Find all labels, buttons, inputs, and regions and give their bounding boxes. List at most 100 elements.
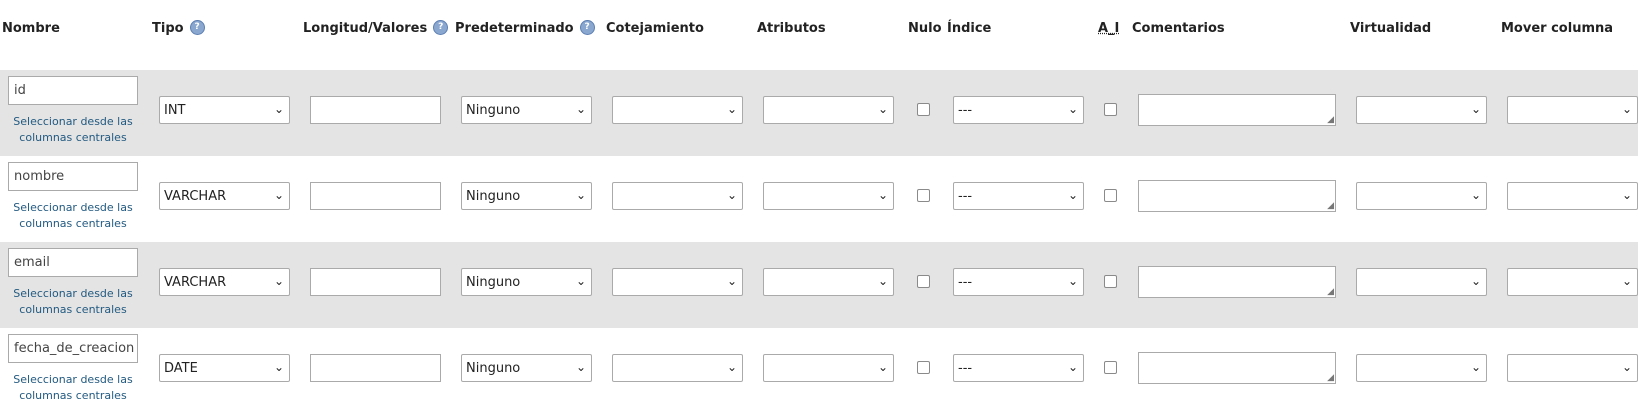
move-column-select[interactable]: ⌄: [1507, 182, 1638, 210]
central-link-line-1: Seleccionar desde las: [13, 287, 133, 300]
default-select[interactable]: Ninguno ⌄: [461, 268, 592, 296]
null-checkbox[interactable]: [917, 103, 930, 116]
header-predeterminado-label: Predeterminado: [455, 21, 574, 36]
header-comentarios: Comentarios: [1132, 21, 1225, 36]
chevron-down-icon: ⌄: [726, 274, 737, 288]
chevron-down-icon: ⌄: [575, 274, 586, 288]
chevron-down-icon: ⌄: [877, 360, 888, 374]
table-row: email Seleccionar desde las columnas centr…: [0, 242, 1638, 328]
move-column-select[interactable]: ⌄: [1507, 354, 1638, 382]
attributes-select[interactable]: ⌄: [763, 268, 894, 296]
resize-grip-icon[interactable]: ◢: [1327, 374, 1334, 383]
collation-select[interactable]: ⌄: [612, 354, 743, 382]
ai-checkbox[interactable]: [1104, 361, 1117, 374]
chevron-down-icon: ⌄: [726, 360, 737, 374]
central-columns-link[interactable]: Seleccionar desde las columnas centrales: [8, 372, 138, 404]
index-select[interactable]: --- ⌄: [953, 354, 1084, 382]
header-mover-columna: Mover columna: [1501, 21, 1614, 36]
default-select[interactable]: Ninguno ⌄: [461, 354, 592, 382]
attributes-select[interactable]: ⌄: [763, 354, 894, 382]
index-select[interactable]: --- ⌄: [953, 182, 1084, 210]
table-row: id Seleccionar desde las columnas centrale…: [0, 70, 1638, 156]
resize-grip-icon[interactable]: ◢: [1327, 202, 1334, 211]
default-select[interactable]: Ninguno ⌄: [461, 96, 592, 124]
chevron-down-icon: ⌄: [1621, 188, 1632, 202]
header-nulo: Nulo: [908, 21, 942, 36]
default-select-value: Ninguno: [466, 189, 521, 204]
attributes-select[interactable]: ⌄: [763, 182, 894, 210]
chevron-down-icon: ⌄: [1621, 102, 1632, 116]
chevron-down-icon: ⌄: [1621, 360, 1632, 374]
default-select-value: Ninguno: [466, 103, 521, 118]
chevron-down-icon: ⌄: [575, 188, 586, 202]
collation-select[interactable]: ⌄: [612, 182, 743, 210]
virtuality-select[interactable]: ⌄: [1356, 182, 1487, 210]
virtuality-select[interactable]: ⌄: [1356, 96, 1487, 124]
header-indice: Índice: [947, 21, 992, 36]
comments-textarea[interactable]: ◢: [1138, 180, 1336, 212]
length-values-input[interactable]: [310, 96, 441, 124]
chevron-down-icon: ⌄: [1067, 102, 1078, 116]
comments-textarea[interactable]: ◢: [1138, 352, 1336, 384]
ai-checkbox[interactable]: [1104, 275, 1117, 288]
header-ai: A_I: [1098, 21, 1120, 36]
index-select[interactable]: --- ⌄: [953, 96, 1084, 124]
header-virtualidad: Virtualidad: [1350, 21, 1432, 36]
chevron-down-icon: ⌄: [273, 360, 284, 374]
resize-grip-icon[interactable]: ◢: [1327, 116, 1334, 125]
null-checkbox[interactable]: [917, 361, 930, 374]
header-atributos: Atributos: [757, 21, 826, 36]
attributes-select[interactable]: ⌄: [763, 96, 894, 124]
chevron-down-icon: ⌄: [1470, 274, 1481, 288]
central-link-line-1: Seleccionar desde las: [13, 115, 133, 128]
virtuality-select[interactable]: ⌄: [1356, 268, 1487, 296]
index-select-value: ---: [958, 361, 973, 376]
index-select-value: ---: [958, 189, 973, 204]
central-link-line-2: columnas centrales: [19, 389, 127, 402]
column-name-input[interactable]: nombre: [8, 162, 138, 191]
null-checkbox[interactable]: [917, 275, 930, 288]
default-select-value: Ninguno: [466, 361, 521, 376]
default-select[interactable]: Ninguno ⌄: [461, 182, 592, 210]
comments-textarea[interactable]: ◢: [1138, 94, 1336, 126]
ai-checkbox[interactable]: [1104, 103, 1117, 116]
column-name-input[interactable]: fecha_de_creacion: [8, 334, 138, 363]
collation-select[interactable]: ⌄: [612, 268, 743, 296]
help-icon[interactable]: ?: [189, 19, 205, 35]
type-select-value: DATE: [164, 361, 198, 376]
central-columns-link[interactable]: Seleccionar desde las columnas centrales: [8, 286, 138, 318]
central-link-line-2: columnas centrales: [19, 303, 127, 316]
comments-textarea[interactable]: ◢: [1138, 266, 1336, 298]
index-select[interactable]: --- ⌄: [953, 268, 1084, 296]
central-columns-link[interactable]: Seleccionar desde las columnas centrales: [8, 114, 138, 146]
table-row: nombre Seleccionar desde las columnas cent…: [0, 156, 1638, 242]
column-name-input[interactable]: id: [8, 76, 138, 105]
type-select[interactable]: VARCHAR ⌄: [159, 268, 290, 296]
header-longitud: Longitud/Valores?: [303, 19, 449, 36]
type-select[interactable]: VARCHAR ⌄: [159, 182, 290, 210]
length-values-input[interactable]: [310, 354, 441, 382]
help-icon[interactable]: ?: [579, 19, 595, 35]
type-select[interactable]: INT ⌄: [159, 96, 290, 124]
table-row: fecha_de_creacion Seleccionar desde las co…: [0, 328, 1638, 414]
length-values-input[interactable]: [310, 268, 441, 296]
help-icon[interactable]: ?: [433, 19, 449, 35]
null-checkbox[interactable]: [917, 189, 930, 202]
index-select-value: ---: [958, 103, 973, 118]
move-column-select[interactable]: ⌄: [1507, 268, 1638, 296]
move-column-select[interactable]: ⌄: [1507, 96, 1638, 124]
central-columns-link[interactable]: Seleccionar desde las columnas centrales: [8, 200, 138, 232]
chevron-down-icon: ⌄: [877, 188, 888, 202]
default-select-value: Ninguno: [466, 275, 521, 290]
chevron-down-icon: ⌄: [726, 102, 737, 116]
virtuality-select[interactable]: ⌄: [1356, 354, 1487, 382]
ai-checkbox[interactable]: [1104, 189, 1117, 202]
length-values-input[interactable]: [310, 182, 441, 210]
table-header: Nombre Tipo? Longitud/Valores? Predeterm…: [0, 0, 1638, 70]
column-name-input[interactable]: email: [8, 248, 138, 277]
type-select[interactable]: DATE ⌄: [159, 354, 290, 382]
resize-grip-icon[interactable]: ◢: [1327, 288, 1334, 297]
chevron-down-icon: ⌄: [1621, 274, 1632, 288]
collation-select[interactable]: ⌄: [612, 96, 743, 124]
chevron-down-icon: ⌄: [1067, 360, 1078, 374]
